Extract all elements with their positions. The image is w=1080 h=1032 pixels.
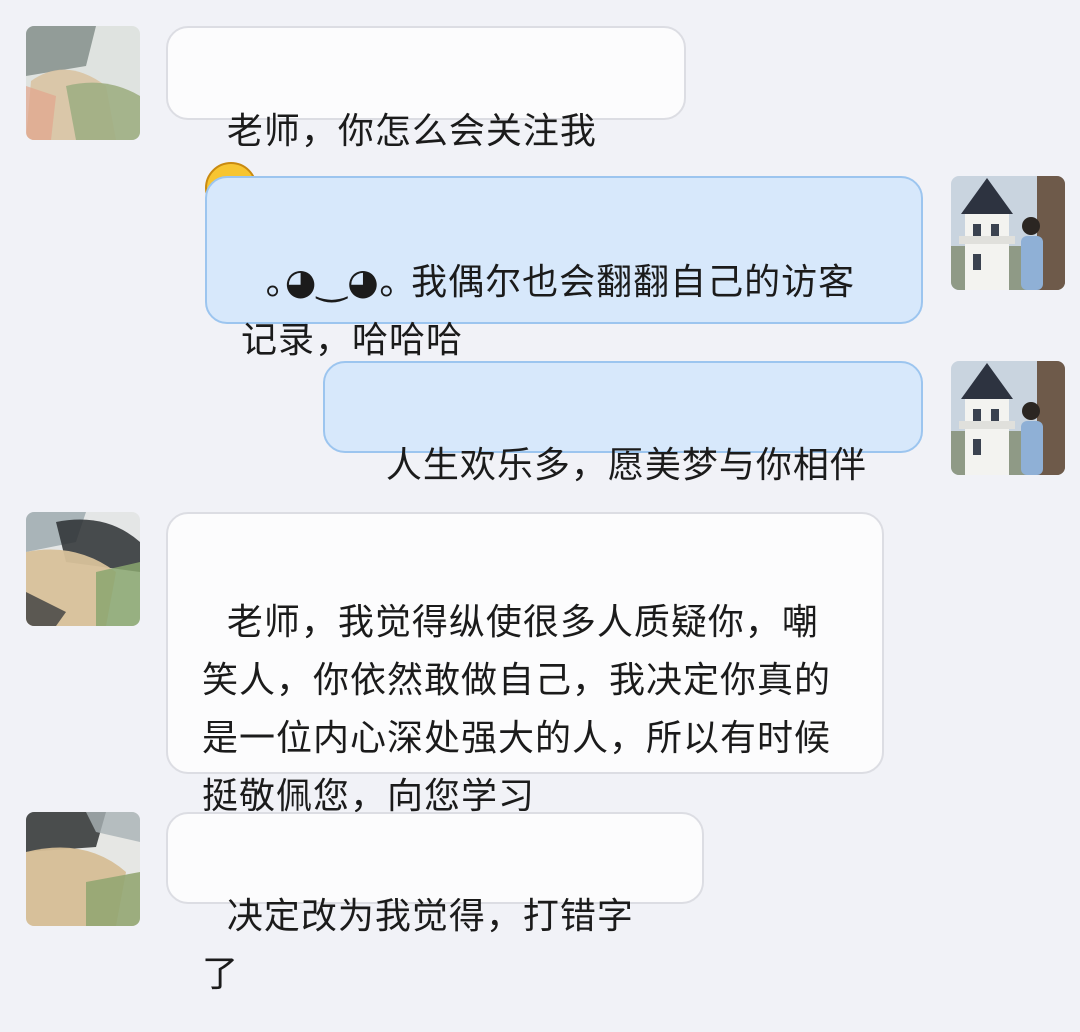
message-text: 老师，我觉得纵使很多人质疑你，嘲笑人，你依然敢做自己，我决定你真的是一位内心深处… [202,602,832,817]
contact-avatar[interactable] [26,26,140,140]
my-avatar[interactable] [951,361,1065,475]
contact-avatar[interactable] [26,512,140,626]
message-text: 老师，你怎么会关注我 [226,111,597,152]
message-bubble: 人生欢乐多，愿美梦与你相伴~ [323,361,923,544]
message-bubble: 老师，你怎么会关注我 [166,26,686,214]
contact-avatar[interactable] [26,812,140,926]
message-text: 决定改为我觉得，打错字了 [202,896,634,995]
message-bubble: 决定改为我觉得，打错字了 [166,812,704,995]
my-avatar[interactable] [951,176,1065,290]
message-text: ｡◕‿◕｡ 我偶尔也会翻翻自己的访客记录，哈哈哈 [241,262,856,361]
message-bubble: 老师，我觉得纵使很多人质疑你，嘲笑人，你依然敢做自己，我决定你真的是一位内心深处… [166,512,884,817]
message-bubble: ｡◕‿◕｡ 我偶尔也会翻翻自己的访客记录，哈哈哈 [205,176,923,361]
